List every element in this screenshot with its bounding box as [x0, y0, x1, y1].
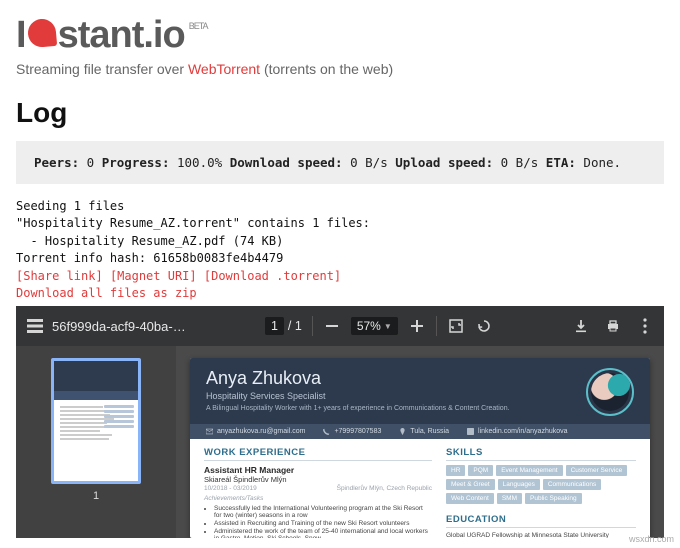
resume-page: Anya Zhukova Hospitality Services Specia…: [190, 358, 650, 538]
page-sep: /: [288, 319, 291, 333]
brand-letter-i: I: [16, 14, 26, 57]
brand-n-glyph-icon: [26, 18, 56, 48]
resume-header: Anya Zhukova Hospitality Services Specia…: [190, 358, 650, 424]
resume-title: Hospitality Services Specialist: [206, 391, 510, 401]
download-torrent-link[interactable]: [Download .torrent]: [204, 269, 341, 283]
pdf-filename: 56f999da-acf9-40ba-…: [52, 319, 186, 334]
skill-tag: Meet & Greet: [446, 479, 495, 490]
tagline-post: (torrents on the web): [260, 61, 393, 77]
contact-linkedin: linkedin.com/in/anyazhukova: [478, 428, 568, 435]
zoom-value: 57%: [357, 319, 381, 333]
log-heading: Log: [16, 97, 664, 129]
rotate-icon[interactable]: [475, 317, 493, 335]
download-zip-link[interactable]: Download all files as zip: [16, 286, 197, 300]
job-dates: 10/2018 - 03/2019: [204, 485, 257, 492]
skill-tag: Web Content: [446, 493, 494, 504]
brand-name-rest: stant.io: [58, 14, 185, 57]
resume-name: Anya Zhukova: [206, 368, 510, 389]
page-indicator[interactable]: 1 / 1: [265, 319, 302, 333]
skill-tag: Communications: [543, 479, 601, 490]
job-bullet: Administered the work of the team of 25-…: [214, 528, 432, 538]
skill-tag: PQM: [468, 465, 493, 476]
job-location: Špindlerův Mlýn, Czech Republic: [337, 485, 432, 492]
webtorrent-link[interactable]: WebTorrent: [188, 61, 260, 77]
thumbnail-label: 1: [93, 490, 99, 502]
resume-contact-bar: anyazhukova.ru@gmail.com +79997807583 Tu…: [190, 424, 650, 439]
education-line-1: Global UGRAD Fellowship at Minnesota Sta…: [446, 532, 636, 538]
skill-tag: Languages: [498, 479, 540, 490]
pdf-toolbar: 56f999da-acf9-40ba-… 1 / 1 57% ▼: [16, 306, 664, 346]
beta-badge: BETA: [189, 21, 208, 31]
skill-tags: HR PQM Event Management Customer Service…: [446, 465, 636, 504]
fit-page-icon[interactable]: [447, 317, 465, 335]
contact-email: anyazhukova.ru@gmail.com: [217, 428, 305, 435]
work-section-title: WORK EXPERIENCE: [204, 447, 432, 461]
toolbar-divider: [436, 316, 437, 336]
job-tasks-label: Achievements/Tasks: [204, 495, 432, 502]
zoom-in-icon[interactable]: [408, 317, 426, 335]
contact-phone: +79997807583: [334, 428, 381, 435]
page-thumbnail[interactable]: [51, 358, 141, 484]
contact-location: Tula, Russia: [410, 428, 449, 435]
seed-log: Seeding 1 files "Hospitality Resume_AZ.t…: [16, 198, 664, 302]
brand-logo: I stant.io BETA: [16, 14, 664, 57]
education-section-title: EDUCATION: [446, 514, 636, 528]
watermark: wsxdn.com: [629, 534, 674, 544]
caret-down-icon: ▼: [384, 322, 392, 331]
job-bullets: Successfully led the International Volun…: [204, 505, 432, 538]
download-icon[interactable]: [572, 317, 590, 335]
tagline: Streaming file transfer over WebTorrent …: [16, 61, 664, 77]
skill-tag: HR: [446, 465, 465, 476]
seed-line-2: "Hospitality Resume_AZ.torrent" contains…: [16, 216, 370, 230]
skill-tag: Event Management: [496, 465, 562, 476]
job-bullet: Assisted in Recruiting and Training of t…: [214, 520, 432, 527]
phone-icon: [323, 428, 330, 435]
skill-tag: Public Speaking: [525, 493, 582, 504]
print-icon[interactable]: [604, 317, 622, 335]
skill-tag: Customer Service: [566, 465, 628, 476]
thumbnail-pane: 1: [16, 346, 176, 538]
status-bar: Peers: 0 Progress: 100.0% Download speed…: [16, 141, 664, 184]
magnet-link[interactable]: [Magnet URI]: [110, 269, 197, 283]
sidebar-toggle-icon[interactable]: [26, 317, 44, 335]
share-link[interactable]: [Share link]: [16, 269, 103, 283]
tagline-pre: Streaming file transfer over: [16, 61, 188, 77]
job-meta: 10/2018 - 03/2019 Špindlerův Mlýn, Czech…: [204, 485, 432, 492]
seed-hash-value: 61658b0083fe4b4479: [153, 251, 283, 265]
email-icon: [206, 428, 213, 435]
linkedin-icon: [467, 428, 474, 435]
zoom-out-icon[interactable]: [323, 317, 341, 335]
pdf-viewer: 56f999da-acf9-40ba-… 1 / 1 57% ▼: [16, 306, 664, 538]
seed-hash-label: Torrent info hash:: [16, 251, 153, 265]
toolbar-divider: [312, 316, 313, 336]
zoom-select[interactable]: 57% ▼: [351, 317, 398, 335]
location-icon: [399, 428, 406, 435]
job-bullet: Successfully led the International Volun…: [214, 505, 432, 519]
job-title: Assistant HR Manager: [204, 465, 432, 475]
skill-tag: SMM: [497, 493, 522, 504]
job-subtitle: Skiareál Špindlerův Mlýn: [204, 475, 432, 484]
seed-line-1: Seeding 1 files: [16, 199, 124, 213]
skills-section-title: SKILLS: [446, 447, 636, 461]
avatar: [586, 368, 634, 416]
more-menu-icon[interactable]: [636, 317, 654, 335]
resume-summary: A Bilingual Hospitality Worker with 1+ y…: [206, 405, 510, 412]
page-current[interactable]: 1: [265, 317, 284, 335]
seed-file-line: - Hospitality Resume_AZ.pdf (74 KB): [16, 234, 283, 248]
document-pane[interactable]: Anya Zhukova Hospitality Services Specia…: [176, 346, 664, 538]
page-total: 1: [295, 319, 302, 333]
